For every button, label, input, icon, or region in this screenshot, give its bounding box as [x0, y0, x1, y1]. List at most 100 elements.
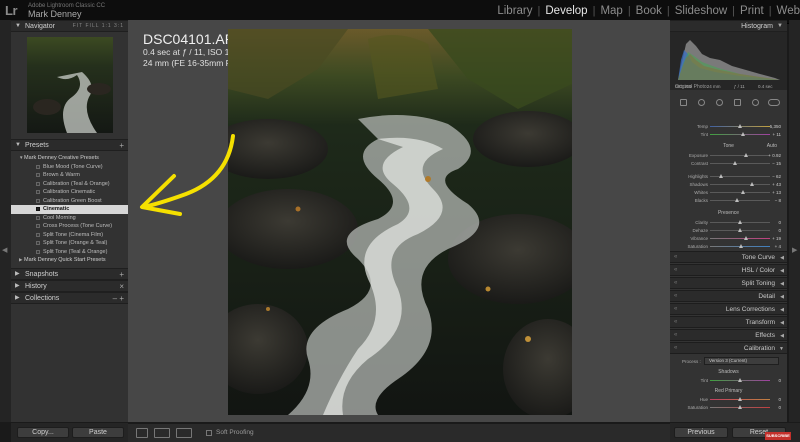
- calibration-section[interactable]: « Calibration ▼: [670, 342, 787, 354]
- slider-value[interactable]: 0: [778, 219, 781, 226]
- module-library[interactable]: Library: [497, 5, 532, 17]
- slider-thumb[interactable]: [750, 182, 755, 186]
- add-snapshot-button[interactable]: +: [119, 269, 124, 280]
- red-hue-slider[interactable]: [710, 397, 770, 401]
- slider-value[interactable]: + 19: [772, 235, 781, 242]
- process-version-select[interactable]: Version 3 (Current): [704, 357, 779, 365]
- slider-value[interactable]: 0: [778, 404, 781, 411]
- presets-header[interactable]: ▼ Presets +: [11, 139, 128, 151]
- slider-thumb[interactable]: [737, 397, 742, 401]
- tone-curve-section[interactable]: « Tone Curve ◀: [670, 251, 787, 263]
- slider-value[interactable]: − 8: [775, 197, 781, 204]
- collapse-right-icon[interactable]: ▶: [792, 246, 797, 254]
- before-after-icon[interactable]: [154, 428, 170, 438]
- hsl-color-section[interactable]: « HSL / Color ◀: [670, 264, 787, 276]
- preset-item[interactable]: Calibration Green Boost: [11, 197, 128, 206]
- whites-slider[interactable]: [710, 190, 770, 194]
- module-slideshow[interactable]: Slideshow: [675, 5, 727, 17]
- effects-section[interactable]: « Effects ◀: [670, 329, 787, 341]
- auto-tone-button[interactable]: Auto: [767, 143, 777, 149]
- subscribe-badge[interactable]: SUBSCRIBE: [765, 432, 791, 440]
- red-eye-icon[interactable]: [716, 99, 723, 106]
- preset-item[interactable]: Calibration (Teal & Orange): [11, 180, 128, 189]
- red-saturation-slider[interactable]: [710, 405, 770, 409]
- clear-history-button[interactable]: ×: [119, 281, 124, 292]
- exposure-slider[interactable]: [710, 153, 770, 157]
- blacks-slider[interactable]: [710, 198, 770, 202]
- slider-value[interactable]: + 0.92: [768, 152, 781, 159]
- before-after-toggle-icon[interactable]: [176, 428, 192, 438]
- soft-proofing-checkbox[interactable]: [206, 430, 212, 436]
- preset-item[interactable]: Cool Morning: [11, 214, 128, 223]
- slider-thumb[interactable]: [718, 174, 723, 178]
- module-map[interactable]: Map: [600, 5, 622, 17]
- navigator-header[interactable]: ▼ Navigator FIT FILL 1:1 3:1: [11, 20, 128, 32]
- slider-value[interactable]: 5,350: [770, 123, 781, 130]
- graduated-filter-icon[interactable]: [734, 99, 741, 106]
- slider-value[interactable]: − 62: [772, 173, 781, 180]
- adjustment-brush-icon[interactable]: [768, 99, 780, 106]
- collections-header[interactable]: ▶ Collections – +: [11, 291, 128, 304]
- split-toning-section[interactable]: « Split Toning ◀: [670, 277, 787, 289]
- panel-switch-icon[interactable]: «: [674, 252, 677, 262]
- slider-thumb[interactable]: [737, 124, 742, 128]
- temp-slider[interactable]: [710, 124, 770, 128]
- module-book[interactable]: Book: [636, 5, 662, 17]
- slider-value[interactable]: + 11: [772, 131, 781, 138]
- slider-thumb[interactable]: [741, 190, 746, 194]
- preset-item-selected[interactable]: Cinematic: [11, 205, 128, 214]
- snapshots-header[interactable]: ▶ Snapshots +: [11, 267, 128, 280]
- slider-thumb[interactable]: [743, 236, 748, 240]
- preset-item[interactable]: Calibration Cinematic: [11, 188, 128, 197]
- highlights-slider[interactable]: [710, 174, 770, 178]
- saturation-slider[interactable]: [710, 244, 770, 248]
- module-print[interactable]: Print: [740, 5, 764, 17]
- slider-value[interactable]: + 4: [775, 243, 781, 250]
- clarity-slider[interactable]: [710, 220, 770, 224]
- panel-switch-icon[interactable]: «: [674, 278, 677, 288]
- slider-thumb[interactable]: [735, 198, 740, 202]
- crop-tool-icon[interactable]: [680, 99, 687, 106]
- shadows-slider[interactable]: [710, 182, 770, 186]
- preset-folder[interactable]: ▼ Mark Denney Creative Presets: [11, 154, 128, 163]
- preset-item[interactable]: Blue Mood (Tone Curve): [11, 163, 128, 172]
- contrast-slider[interactable]: [710, 161, 770, 165]
- paste-button[interactable]: Paste: [72, 427, 124, 438]
- slider-value[interactable]: + 43: [772, 181, 781, 188]
- panel-switch-icon[interactable]: «: [674, 330, 677, 340]
- preset-item[interactable]: Cross Process (Tone Curve): [11, 222, 128, 231]
- spot-removal-icon[interactable]: [698, 99, 705, 106]
- histogram[interactable]: ISO 100 24 mm ƒ / 11 0.4 sec: [670, 32, 787, 90]
- lens-corrections-section[interactable]: « Lens Corrections ◀: [670, 303, 787, 315]
- loupe-view-icon[interactable]: [136, 428, 148, 438]
- vibrance-slider[interactable]: [710, 236, 770, 240]
- navigator-zoom-options[interactable]: FIT FILL 1:1 3:1: [73, 21, 124, 32]
- history-header[interactable]: ▶ History ×: [11, 279, 128, 292]
- preset-item[interactable]: Split Tone (Teal & Orange): [11, 248, 128, 257]
- main-photo[interactable]: [228, 29, 572, 415]
- preset-item[interactable]: Brown & Warm: [11, 171, 128, 180]
- right-panel-edge[interactable]: ▶: [789, 20, 800, 422]
- module-develop[interactable]: Develop: [545, 5, 587, 17]
- slider-value[interactable]: 0: [778, 377, 781, 384]
- panel-switch-icon[interactable]: «: [674, 317, 677, 327]
- tint-slider[interactable]: [710, 132, 770, 136]
- histogram-header[interactable]: Histogram ▼: [670, 20, 787, 32]
- collections-actions[interactable]: – +: [113, 293, 124, 304]
- collapse-left-icon[interactable]: ◀: [2, 246, 7, 254]
- slider-thumb[interactable]: [738, 244, 743, 248]
- slider-value[interactable]: 0: [778, 396, 781, 403]
- transform-section[interactable]: « Transform ◀: [670, 316, 787, 328]
- panel-switch-icon[interactable]: «: [674, 291, 677, 301]
- previous-button[interactable]: Previous: [674, 427, 728, 438]
- slider-thumb[interactable]: [733, 161, 738, 165]
- slider-thumb[interactable]: [737, 378, 742, 382]
- slider-thumb[interactable]: [737, 220, 742, 224]
- slider-thumb[interactable]: [743, 153, 748, 157]
- dehaze-slider[interactable]: [710, 228, 770, 232]
- add-preset-button[interactable]: +: [119, 140, 124, 151]
- preset-folder[interactable]: ▶ Mark Denney Quick Start Presets: [11, 256, 128, 265]
- slider-value[interactable]: + 13: [772, 189, 781, 196]
- detail-section[interactable]: « Detail ◀: [670, 290, 787, 302]
- panel-switch-icon[interactable]: «: [674, 304, 677, 314]
